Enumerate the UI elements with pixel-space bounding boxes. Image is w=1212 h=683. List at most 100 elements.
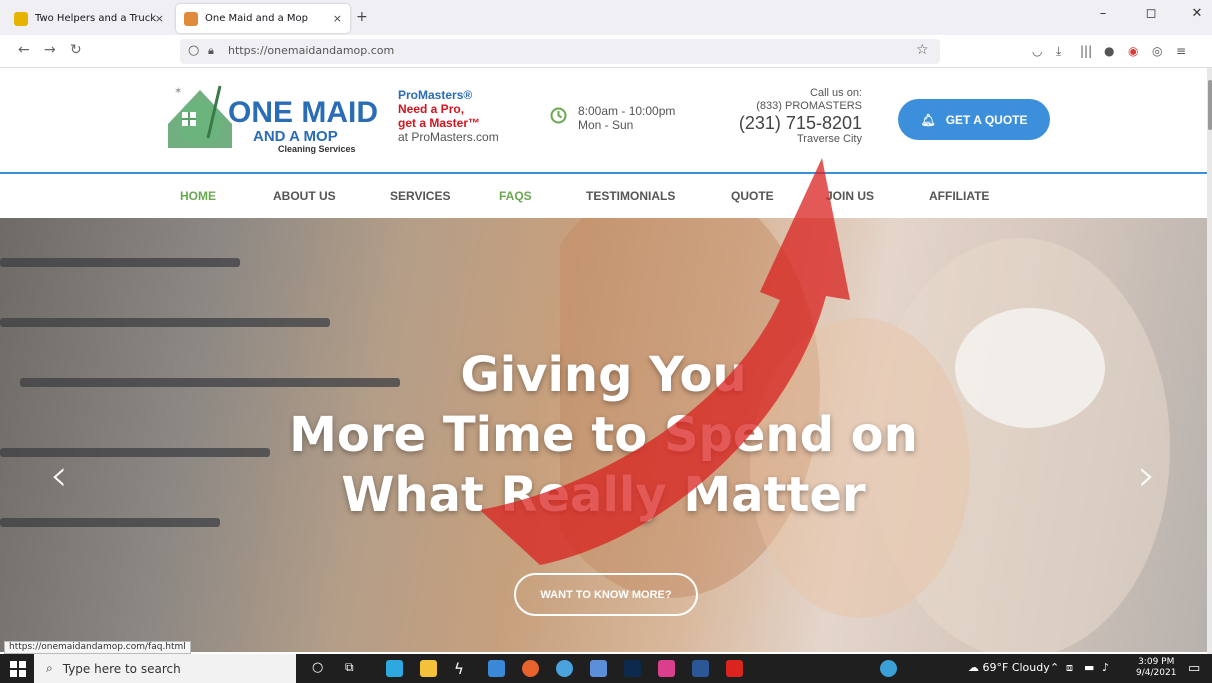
search-placeholder: Type here to search (62, 661, 181, 676)
tray-volume-icon[interactable]: ♪ (1102, 661, 1109, 674)
phone-number[interactable]: (231) 715-8201 (690, 113, 862, 133)
firefox-icon[interactable] (522, 660, 539, 677)
shield-icon[interactable]: ○ (188, 43, 199, 58)
site-header: ✶ ONE MAID AND A MOP Cleaning Services P… (0, 68, 1212, 172)
app-icon[interactable] (556, 660, 573, 677)
tab-one-maid[interactable]: One Maid and a Mop × (176, 4, 350, 33)
nav-testimonials[interactable]: TESTIMONIALS (586, 189, 675, 203)
clock-date: 9/4/2021 (1136, 668, 1177, 678)
logo-tagline: Cleaning Services (278, 144, 356, 154)
hours-time: 8:00am - 10:00pm (578, 104, 676, 118)
business-hours: 8:00am - 10:00pm Mon - Sun (578, 104, 675, 132)
app-bolt-icon[interactable]: ϟ (454, 660, 471, 678)
promo-line: get a Master™ (398, 116, 481, 130)
file-explorer-icon[interactable] (420, 660, 437, 677)
close-tab-icon[interactable]: × (333, 12, 342, 25)
logo-title: ONE MAID (228, 96, 378, 129)
background-blind (0, 258, 240, 267)
page-scrollbar[interactable] (1207, 68, 1212, 654)
close-window-button[interactable]: ✕ (1182, 6, 1212, 21)
taskbar-search-box[interactable]: ⌕ Type here to search (34, 654, 296, 683)
nav-about-us[interactable]: ABOUT US (273, 189, 336, 203)
search-icon: ⌕ (46, 661, 53, 675)
windows-start-icon[interactable] (10, 661, 26, 677)
promo-line: Need a Pro, (398, 102, 465, 116)
nav-services[interactable]: SERVICES (390, 189, 450, 203)
url-text: https://onemaidandamop.com (228, 44, 395, 57)
tray-network-icon[interactable]: ▬ (1084, 661, 1094, 674)
weather-text: 69°F Cloudy (982, 661, 1050, 674)
promo-site: at ProMasters.com (398, 130, 499, 144)
pocket-icon[interactable]: ◡ (1032, 44, 1042, 58)
forward-arrow-icon[interactable]: → (44, 42, 56, 58)
edge-browser-icon[interactable] (386, 660, 403, 677)
logo-subtitle: AND A MOP (253, 128, 338, 145)
get-a-quote-button[interactable]: 🔔︎ GET A QUOTE (898, 99, 1050, 140)
new-tab-button[interactable]: + (356, 9, 368, 25)
scrollbar-thumb[interactable] (1208, 80, 1212, 130)
hero-headline: Giving You More Time to Spend on What Re… (0, 345, 1207, 525)
help-icon[interactable] (880, 660, 897, 677)
extension-icon[interactable]: ◉ (1128, 44, 1138, 58)
quote-button-label: GET A QUOTE (945, 112, 1028, 127)
site-favicon-icon (184, 11, 198, 26)
menu-hamburger-icon[interactable]: ≡ (1176, 44, 1186, 58)
weather-widget[interactable]: ☁ 69°F Cloudy (968, 661, 1050, 674)
minimize-button[interactable]: – (1088, 6, 1118, 21)
account-icon[interactable]: ● (1104, 44, 1114, 58)
promasters-promo[interactable]: ProMasters® Need a Pro, get a Master™ at… (398, 88, 499, 144)
download-icon[interactable]: ⤓ (1056, 44, 1061, 59)
task-view-icon[interactable]: ⧉ (345, 660, 362, 677)
vanity-number[interactable]: (833) PROMASTERS (690, 100, 862, 113)
browser-toolbar: ← → ↻ ○ 🔒︎ https://onemaidandamop.com ☆ … (0, 35, 1212, 68)
call-label: Call us on: (810, 87, 862, 99)
extension-icon[interactable]: ◎ (1152, 44, 1162, 58)
word-icon[interactable] (692, 660, 709, 677)
background-blind (0, 318, 330, 327)
hours-days: Mon - Sun (578, 118, 634, 132)
want-to-know-more-button[interactable]: WANT TO KNOW MORE? (514, 573, 698, 616)
main-navigation: HOME ABOUT US SERVICES FAQS TESTIMONIALS… (0, 174, 1207, 218)
photoshop-icon[interactable] (624, 660, 641, 677)
hero-slider: Giving You More Time to Spend on What Re… (0, 218, 1207, 652)
back-arrow-icon[interactable]: ← (18, 42, 30, 58)
acrobat-icon[interactable] (726, 660, 743, 677)
nav-home[interactable]: HOME (180, 189, 216, 203)
nav-faqs[interactable]: FAQS (499, 189, 532, 203)
instagram-icon[interactable] (658, 660, 675, 677)
city-label: Traverse City (797, 133, 862, 145)
cortana-icon[interactable]: ○ (312, 660, 329, 677)
clock-icon (550, 107, 567, 124)
address-bar[interactable]: ○ 🔒︎ https://onemaidandamop.com ☆ (180, 39, 940, 64)
reload-icon[interactable]: ↻ (70, 42, 82, 58)
slider-next-icon[interactable]: › (1138, 450, 1156, 501)
nav-affiliate[interactable]: AFFILIATE (929, 189, 989, 203)
hero-line: What Really Matter (341, 467, 866, 523)
site-favicon-icon (14, 11, 28, 26)
hero-line: More Time to Spend on (289, 407, 918, 463)
contact-info: Call us on: (833) PROMASTERS (231) 715-8… (690, 87, 862, 146)
system-clock[interactable]: 3:09 PM 9/4/2021 (1136, 657, 1176, 679)
nav-quote[interactable]: QUOTE (731, 189, 774, 203)
tray-chevron-up-icon[interactable]: ⌃ (1050, 661, 1059, 674)
nav-join-us[interactable]: JOIN US (826, 189, 874, 203)
maximize-button[interactable]: ◻ (1136, 6, 1166, 21)
app-icon[interactable] (590, 660, 607, 677)
notifications-icon[interactable]: ▭ (1188, 661, 1200, 676)
library-icon[interactable]: ||| (1080, 44, 1092, 58)
slider-prev-icon[interactable]: ‹ (50, 450, 68, 501)
mail-icon[interactable] (488, 660, 505, 677)
bookmark-star-icon[interactable]: ☆ (916, 42, 929, 58)
browser-tab-bar: Two Helpers and a Truck × One Maid and a… (0, 0, 1212, 35)
tray-onedrive-icon[interactable]: ⧈ (1066, 661, 1073, 675)
promo-brand: ProMasters® (398, 88, 473, 102)
close-tab-icon[interactable]: × (155, 12, 164, 25)
site-logo[interactable]: ✶ ONE MAID AND A MOP Cleaning Services (160, 78, 380, 158)
hero-line: Giving You (460, 347, 747, 403)
tab-title: Two Helpers and a Truck (35, 13, 157, 24)
lock-icon[interactable]: 🔒︎ (208, 44, 214, 58)
status-bar-url: https://onemaidandamop.com/faq.html (4, 641, 191, 654)
tab-two-helpers[interactable]: Two Helpers and a Truck × (6, 4, 172, 33)
windows-taskbar: ⌕ Type here to search ○ ⧉ ϟ ☁ 69°F Cloud… (0, 654, 1212, 683)
bell-icon: 🔔︎ (920, 112, 936, 127)
